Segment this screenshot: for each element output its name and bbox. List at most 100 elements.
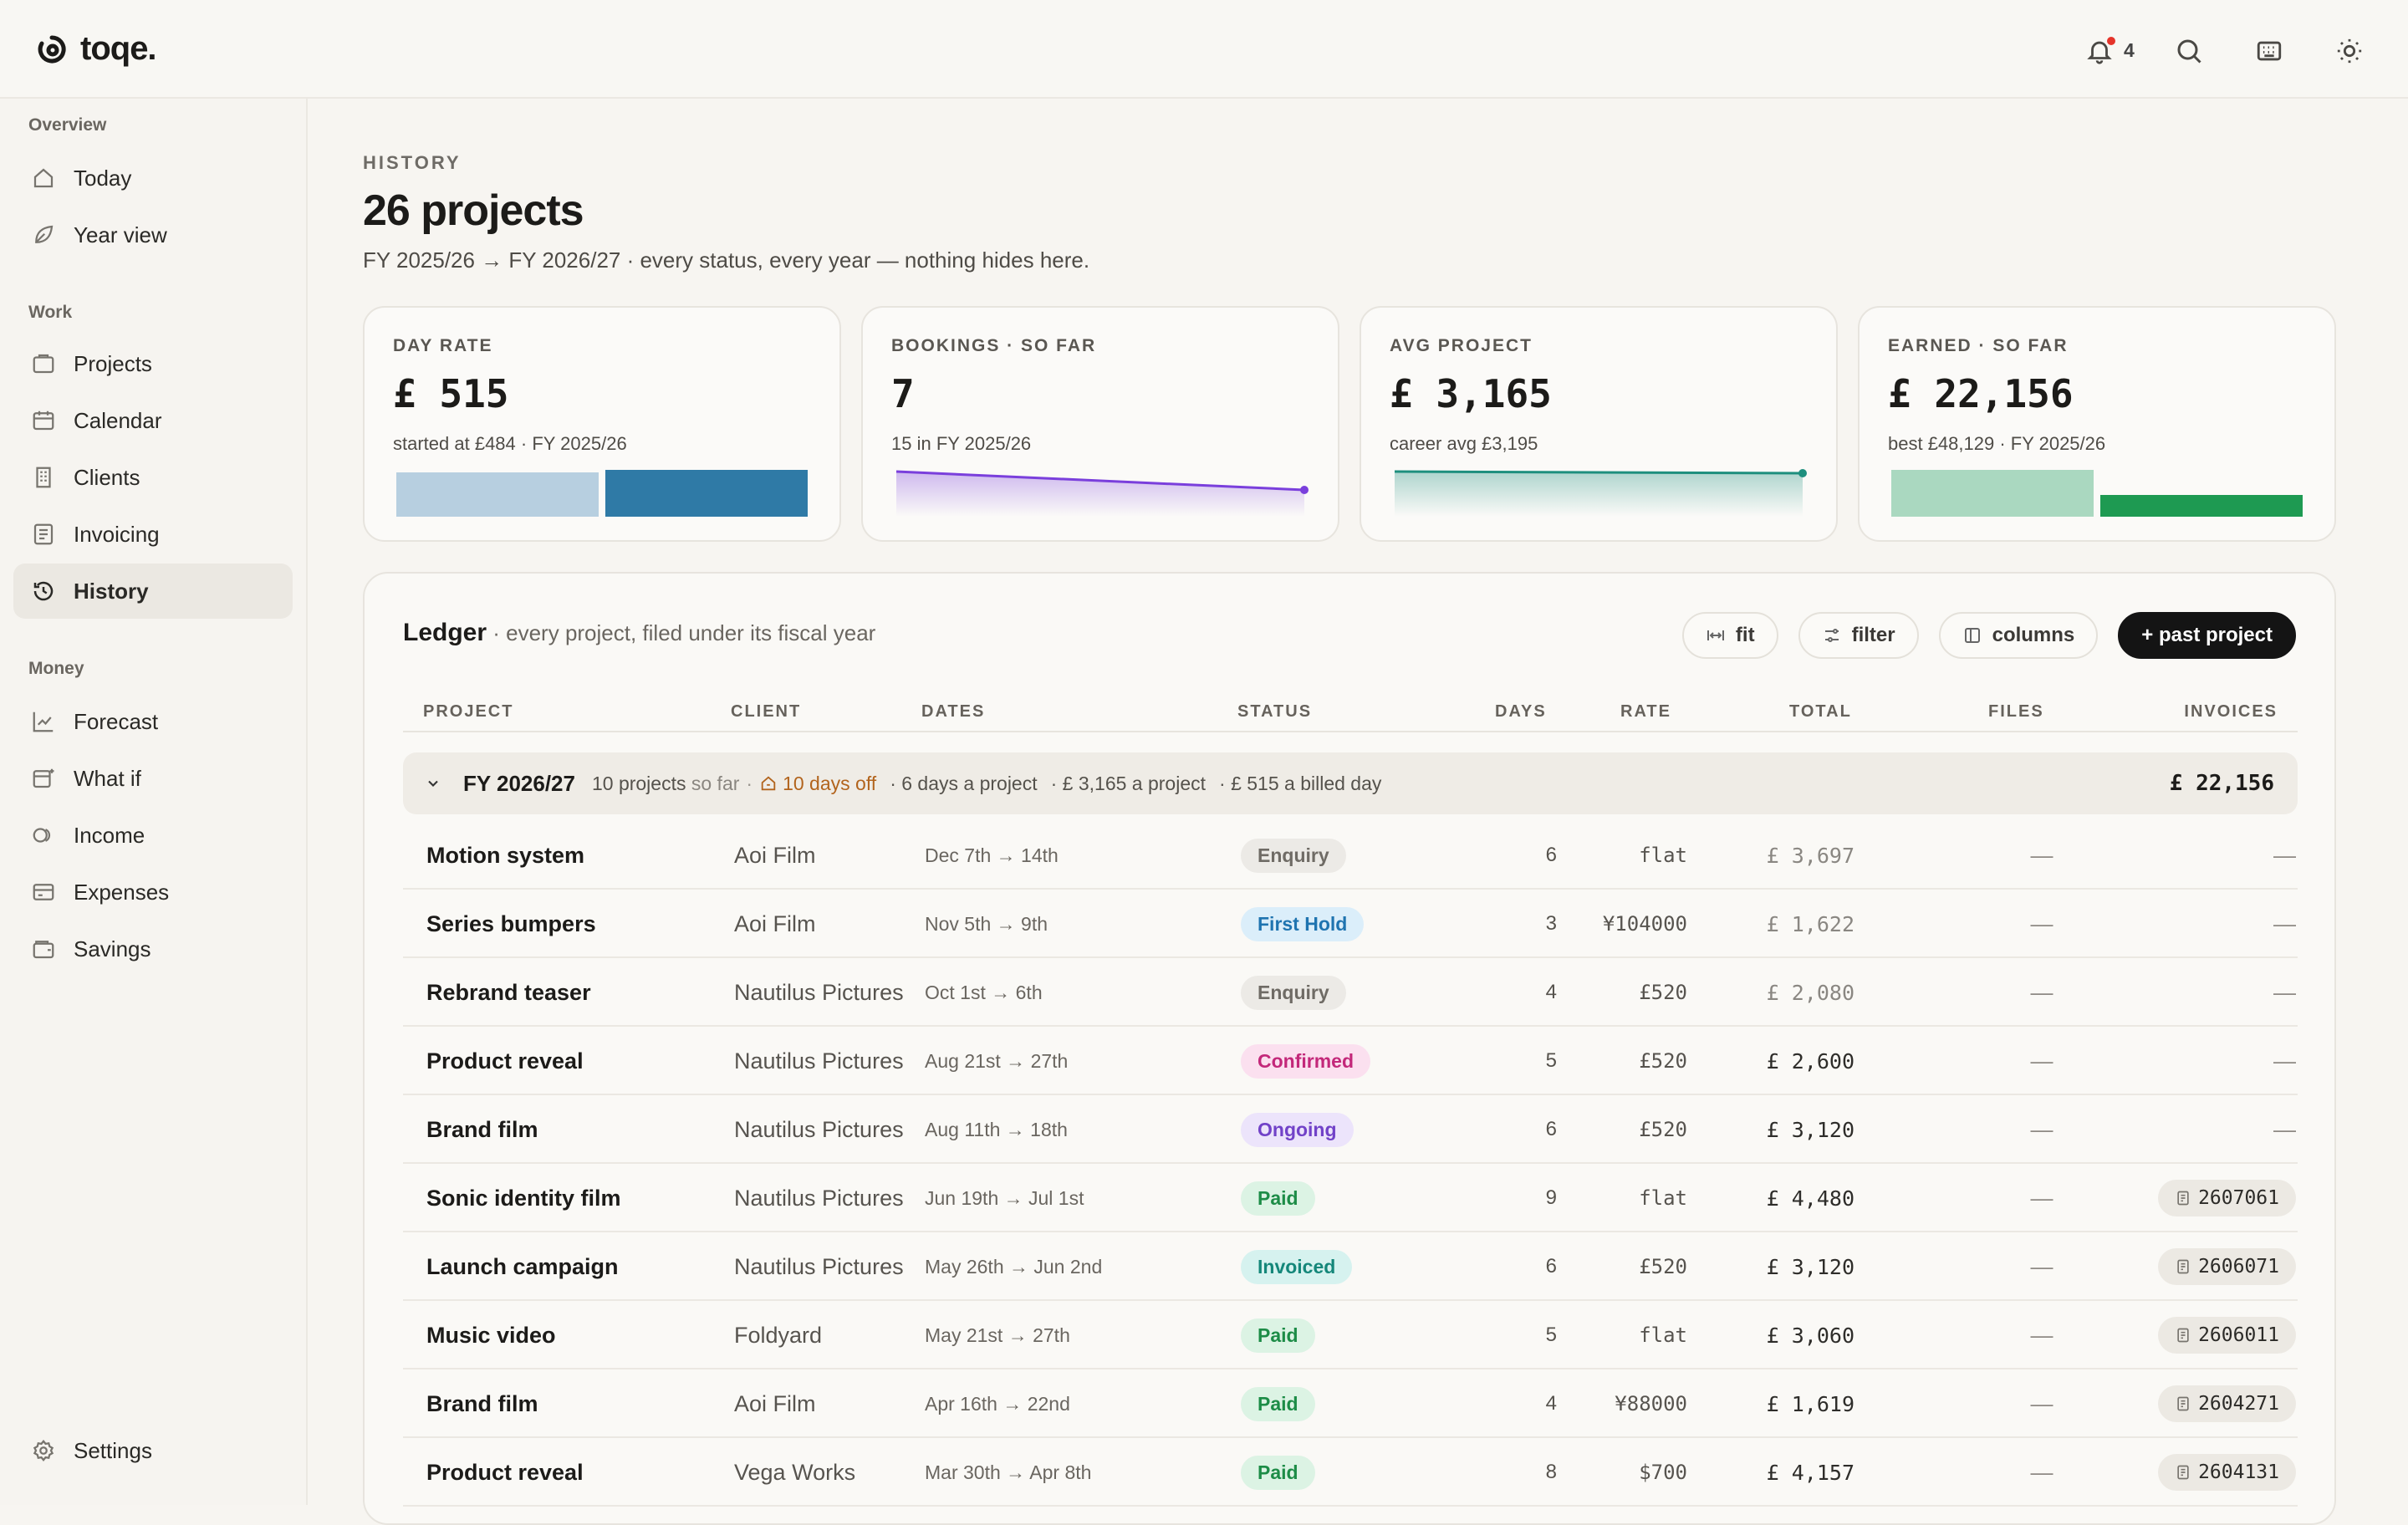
search-button[interactable] xyxy=(2164,28,2214,74)
column-header-days[interactable]: DAYS xyxy=(1495,702,1547,722)
sidebar-item-expenses[interactable]: Expenses xyxy=(13,865,293,920)
invoice-chip[interactable]: 2604131 xyxy=(2158,1454,2296,1491)
invoice-number: 2604271 xyxy=(2198,1393,2279,1415)
project-name[interactable]: Brand film xyxy=(426,1369,538,1438)
theme-toggle-button[interactable] xyxy=(2324,28,2375,74)
fit-button[interactable]: fit xyxy=(1681,612,1778,659)
table-row[interactable]: Brand film Nautilus Pictures Aug 11th → 18… xyxy=(403,1095,2298,1164)
invoice-number: 2607061 xyxy=(2198,1187,2279,1209)
project-name[interactable]: Product reveal xyxy=(426,1438,584,1507)
column-header-status[interactable]: STATUS xyxy=(1237,702,1312,722)
sparkline-area xyxy=(1395,472,1803,517)
sidebar-item-invoicing[interactable]: Invoicing xyxy=(13,507,293,562)
notifications-button[interactable]: 4 xyxy=(2084,28,2135,74)
project-name[interactable]: Brand film xyxy=(426,1095,538,1164)
invoice-chip[interactable]: 2606071 xyxy=(2158,1248,2296,1285)
ledger-title: Ledger · every project, filed under its … xyxy=(403,619,875,647)
table-row[interactable]: Sonic identity film Nautilus Pictures Jun … xyxy=(403,1164,2298,1232)
stat-bars xyxy=(393,465,811,517)
fit-label: fit xyxy=(1735,624,1755,646)
sidebar-item-history[interactable]: History xyxy=(13,564,293,619)
sidebar-item-income[interactable]: Income xyxy=(13,808,293,863)
column-header-invoices[interactable]: INVOICES xyxy=(2184,702,2278,722)
project-name[interactable]: Series bumpers xyxy=(426,890,596,958)
sparkline-endpoint xyxy=(1798,469,1807,477)
sidebar-item-projects[interactable]: Projects xyxy=(13,336,293,391)
project-rate: ¥104000 xyxy=(1602,912,1687,936)
receipt-icon xyxy=(2175,1190,2191,1206)
status-badge[interactable]: Ongoing xyxy=(1241,1112,1354,1147)
sidebar-item-savings[interactable]: Savings xyxy=(13,921,293,977)
project-dates: Apr 16th → 22nd xyxy=(925,1392,1070,1415)
table-row[interactable]: Product reveal Vega Works Mar 30th → Apr 8… xyxy=(403,1438,2298,1507)
project-name[interactable]: Rebrand teaser xyxy=(426,958,591,1027)
columns-button[interactable]: columns xyxy=(1938,612,2099,659)
app-logo[interactable]: toqe. xyxy=(37,30,157,68)
project-name[interactable]: Sonic identity film xyxy=(426,1164,621,1232)
sidebar-item-year-view[interactable]: Year view xyxy=(13,207,293,263)
chart-icon xyxy=(30,708,57,735)
status-badge[interactable]: Invoiced xyxy=(1241,1249,1353,1284)
sidebar-item-forecast[interactable]: Forecast xyxy=(13,694,293,749)
stat-note: best £48,129 · FY 2025/26 xyxy=(1888,433,2106,454)
column-header-rate[interactable]: RATE xyxy=(1620,702,1671,722)
invoice-chip[interactable]: 2606011 xyxy=(2158,1317,2296,1354)
project-files: — xyxy=(2030,1253,2053,1279)
status-badge[interactable]: Paid xyxy=(1241,1181,1315,1216)
table-row[interactable]: Brand film Aoi Film Apr 16th → 22nd Paid 4 ¥8… xyxy=(403,1369,2298,1438)
column-header-files[interactable]: FILES xyxy=(1988,702,2044,722)
add-past-project-button[interactable]: + past project xyxy=(2118,612,2296,659)
table-row[interactable]: Rebrand teaser Nautilus Pictures Oct 1st →… xyxy=(403,958,2298,1027)
stat-note: 15 in FY 2025/26 xyxy=(891,433,1032,454)
status-badge[interactable]: Paid xyxy=(1241,1318,1315,1353)
table-row[interactable]: Series bumpers Aoi Film Nov 5th → 9th First… xyxy=(403,890,2298,958)
column-header-client[interactable]: CLIENT xyxy=(731,702,801,722)
project-days: 5 xyxy=(1545,1324,1557,1346)
client-name: Nautilus Pictures xyxy=(734,1116,904,1142)
group-billed-day: · £ 515 a billed day xyxy=(1219,772,1382,794)
sidebar-item-today[interactable]: Today xyxy=(13,150,293,206)
project-name[interactable]: Music video xyxy=(426,1301,556,1369)
column-header-project[interactable]: PROJECT xyxy=(423,702,513,722)
invoice-chip[interactable]: 2607061 xyxy=(2158,1180,2296,1216)
stat-label: EARNED · SO FAR xyxy=(1888,336,2069,355)
sidebar-item-clients[interactable]: Clients xyxy=(13,450,293,505)
sidebar-item-label: Projects xyxy=(74,350,152,376)
sidebar-item-what-if[interactable]: What if xyxy=(13,751,293,806)
client-name: Aoi Film xyxy=(734,910,816,936)
fiscal-year-group-header[interactable]: FY 2026/27 10 projects so far · 10 days … xyxy=(403,752,2298,814)
project-name[interactable]: Launch campaign xyxy=(426,1232,619,1301)
table-row[interactable]: Product reveal Nautilus Pictures Aug 21st … xyxy=(403,1027,2298,1095)
project-name[interactable]: Product reveal xyxy=(426,1027,584,1095)
status-badge[interactable]: Paid xyxy=(1241,1455,1315,1490)
client-name: Vega Works xyxy=(734,1459,856,1485)
project-dates: Aug 21st → 27th xyxy=(925,1049,1069,1072)
table-row[interactable]: Motion system Aoi Film Dec 7th → 14th Enqui… xyxy=(403,821,2298,890)
project-files: — xyxy=(2030,842,2053,868)
gear-icon xyxy=(30,1437,57,1464)
page-subtitle: FY 2025/26 → FY 2026/27 · every status, … xyxy=(363,247,1090,273)
project-name[interactable]: Motion system xyxy=(426,821,584,890)
keyboard-button[interactable] xyxy=(2244,28,2294,74)
project-invoice: — xyxy=(2273,910,2296,936)
stat-value: £ 515 xyxy=(393,371,509,416)
leaf-icon xyxy=(30,222,57,248)
project-total: £ 1,622 xyxy=(1766,911,1854,936)
status-badge[interactable]: Confirmed xyxy=(1241,1043,1370,1079)
status-badge[interactable]: Enquiry xyxy=(1241,975,1346,1010)
status-badge[interactable]: Paid xyxy=(1241,1386,1315,1421)
filter-button[interactable]: filter xyxy=(1798,612,1919,659)
sidebar-item-calendar[interactable]: Calendar xyxy=(13,393,293,448)
table-row[interactable]: Music video Foldyard May 21st → 27th Paid 5 f… xyxy=(403,1301,2298,1369)
invoice-chip[interactable]: 2604271 xyxy=(2158,1385,2296,1422)
project-days: 6 xyxy=(1545,844,1557,866)
chevron-down-icon[interactable] xyxy=(425,775,441,792)
sidebar-item-settings[interactable]: Settings xyxy=(13,1423,293,1478)
status-badge[interactable]: First Hold xyxy=(1241,906,1365,941)
column-header-dates[interactable]: DATES xyxy=(921,702,985,722)
stat-card-bookings: BOOKINGS · SO FAR 7 15 in FY 2025/26 xyxy=(861,306,1339,542)
column-header-total[interactable]: TOTAL xyxy=(1789,702,1852,722)
table-row[interactable]: Launch campaign Nautilus Pictures May 26th… xyxy=(403,1232,2298,1301)
status-badge[interactable]: Enquiry xyxy=(1241,838,1346,873)
stat-bars xyxy=(1888,465,2306,517)
